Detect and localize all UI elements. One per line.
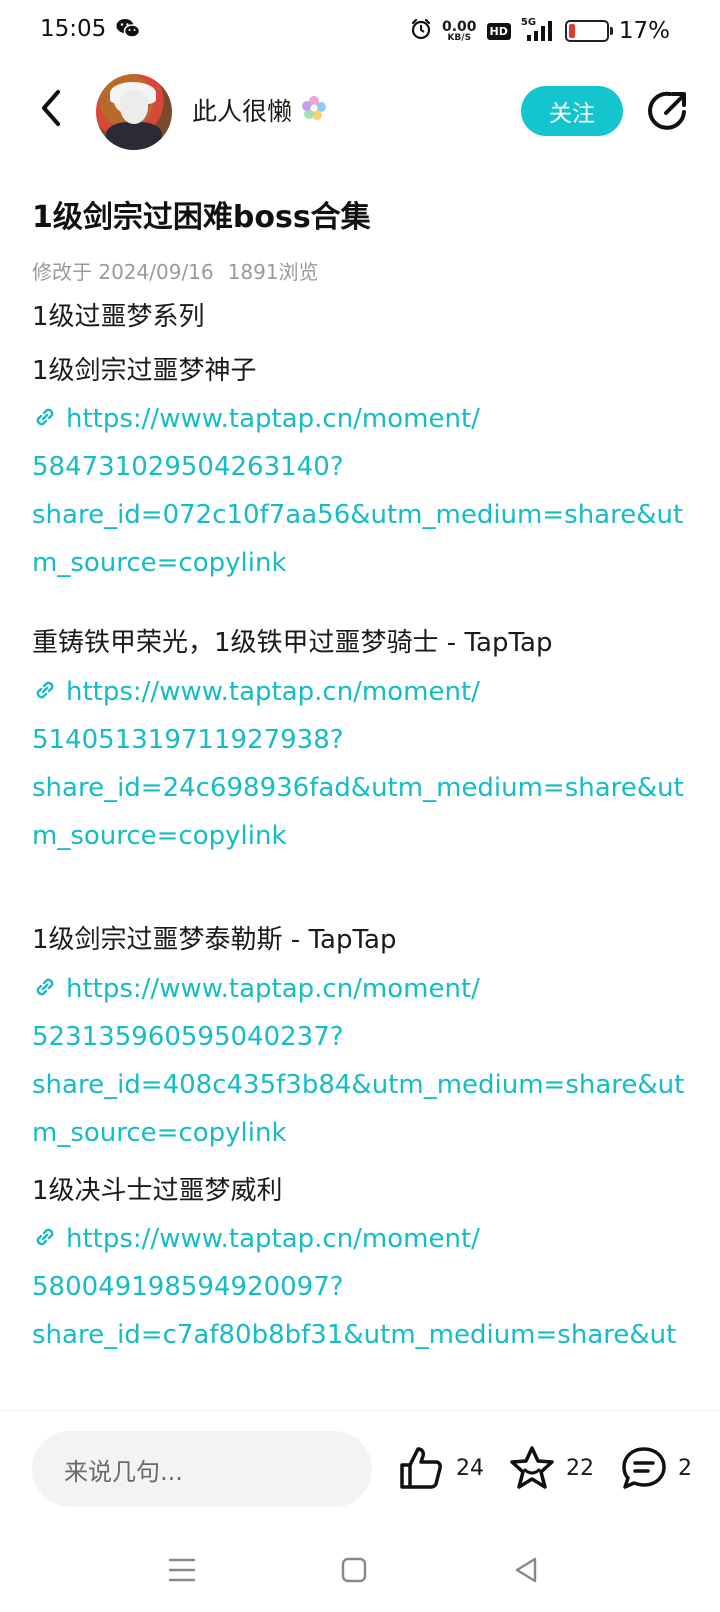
- link-line[interactable]: 580049198594920097?: [32, 1272, 344, 1302]
- link-line[interactable]: m_source=copylink: [32, 1118, 287, 1148]
- favorite-count: 22: [566, 1455, 594, 1481]
- body-text: 1级过噩梦系列: [32, 302, 205, 332]
- alarm-icon: [410, 18, 432, 44]
- net-speed: 0.00 KB/S: [442, 20, 477, 43]
- view-count: 1891浏览: [227, 260, 319, 284]
- status-time: 15:05: [40, 16, 107, 42]
- link-line[interactable]: share_id=c7af80b8bf31&utm_medium=share&u…: [32, 1320, 676, 1350]
- link-icon: [32, 1224, 58, 1257]
- status-bar: 15:05 0.00 KB/S HD 5G 17%: [0, 0, 720, 66]
- follow-button[interactable]: 关注: [521, 86, 623, 136]
- battery-fill: [568, 24, 575, 38]
- comment-button[interactable]: 2: [620, 1445, 692, 1491]
- link-text: https://www.taptap.cn/moment/: [66, 1224, 480, 1254]
- nav-menu-button[interactable]: [162, 1550, 202, 1590]
- nav-home-button[interactable]: [334, 1550, 374, 1590]
- square-icon: [341, 1557, 367, 1583]
- status-right: 0.00 KB/S HD 5G 17%: [410, 14, 670, 48]
- bottom-action-bar: 来说几句... 24 22 2: [0, 1410, 720, 1530]
- link-line[interactable]: 584731029504263140?: [32, 452, 344, 482]
- link-line[interactable]: https://www.taptap.cn/moment/: [32, 677, 480, 710]
- modified-date: 修改于 2024/09/16: [32, 260, 214, 284]
- link-line[interactable]: https://www.taptap.cn/moment/: [32, 404, 480, 437]
- link-icon: [32, 404, 58, 437]
- link-icon: [32, 974, 58, 1007]
- net-speed-value: 0.00: [441, 18, 477, 35]
- link-line[interactable]: 514051319711927938?: [32, 725, 344, 755]
- link-line[interactable]: share_id=072c10f7aa56&utm_medium=share&u…: [32, 500, 683, 530]
- body-text: 1级剑宗过噩梦神子: [32, 356, 257, 386]
- username[interactable]: 此人很懒: [192, 92, 292, 128]
- post-header: 此人很懒 关注: [0, 66, 720, 162]
- link-line[interactable]: 523135960595040237?: [32, 1022, 344, 1052]
- chevron-left-icon: [42, 90, 60, 126]
- comment-bubble-icon: [622, 1447, 666, 1489]
- link-line[interactable]: m_source=copylink: [32, 548, 287, 578]
- link-text: https://www.taptap.cn/moment/: [66, 404, 480, 434]
- link-line[interactable]: share_id=408c435f3b84&utm_medium=share&u…: [32, 1070, 684, 1100]
- battery-icon: [564, 20, 613, 42]
- share-arrow-icon: [648, 91, 686, 130]
- flower-badge-icon: [300, 94, 328, 126]
- avatar[interactable]: [96, 74, 172, 150]
- like-button[interactable]: 24: [398, 1445, 484, 1491]
- link-text: https://www.taptap.cn/moment/: [66, 677, 480, 707]
- net-speed-unit: KB/S: [447, 32, 472, 43]
- body-text: 重铸铁甲荣光，1级铁甲过噩梦骑士 - TapTap: [32, 628, 553, 658]
- favorite-button[interactable]: 22: [508, 1445, 594, 1491]
- post-title: 1级剑宗过困难boss合集: [32, 200, 371, 235]
- signal-icon: 5G: [521, 17, 555, 43]
- triangle-back-icon: [515, 1557, 537, 1583]
- post-meta: 修改于 2024/09/16 1891浏览: [32, 256, 319, 285]
- body-text: 1级剑宗过噩梦泰勒斯 - TapTap: [32, 925, 397, 955]
- back-button[interactable]: [30, 86, 74, 130]
- link-line[interactable]: share_id=24c698936fad&utm_medium=share&u…: [32, 773, 684, 803]
- thumbs-up-icon: [400, 1447, 442, 1489]
- system-nav-bar: [0, 1530, 720, 1612]
- wechat-icon: [116, 18, 141, 44]
- star-icon: [510, 1446, 554, 1489]
- comment-input[interactable]: 来说几句...: [32, 1431, 372, 1507]
- link-line[interactable]: https://www.taptap.cn/moment/: [32, 974, 480, 1007]
- like-count: 24: [456, 1455, 484, 1481]
- link-line[interactable]: https://www.taptap.cn/moment/: [32, 1224, 480, 1257]
- link-icon: [32, 677, 58, 710]
- share-button[interactable]: [644, 86, 692, 134]
- battery-percent: 17%: [618, 18, 670, 44]
- nav-back-button[interactable]: [506, 1550, 546, 1590]
- menu-icon: [168, 1558, 196, 1582]
- body-text: 1级决斗士过噩梦威利: [32, 1176, 283, 1206]
- link-line[interactable]: m_source=copylink: [32, 821, 287, 851]
- comment-count: 2: [678, 1455, 692, 1481]
- link-text: https://www.taptap.cn/moment/: [66, 974, 480, 1004]
- hd-badge: HD: [486, 22, 511, 40]
